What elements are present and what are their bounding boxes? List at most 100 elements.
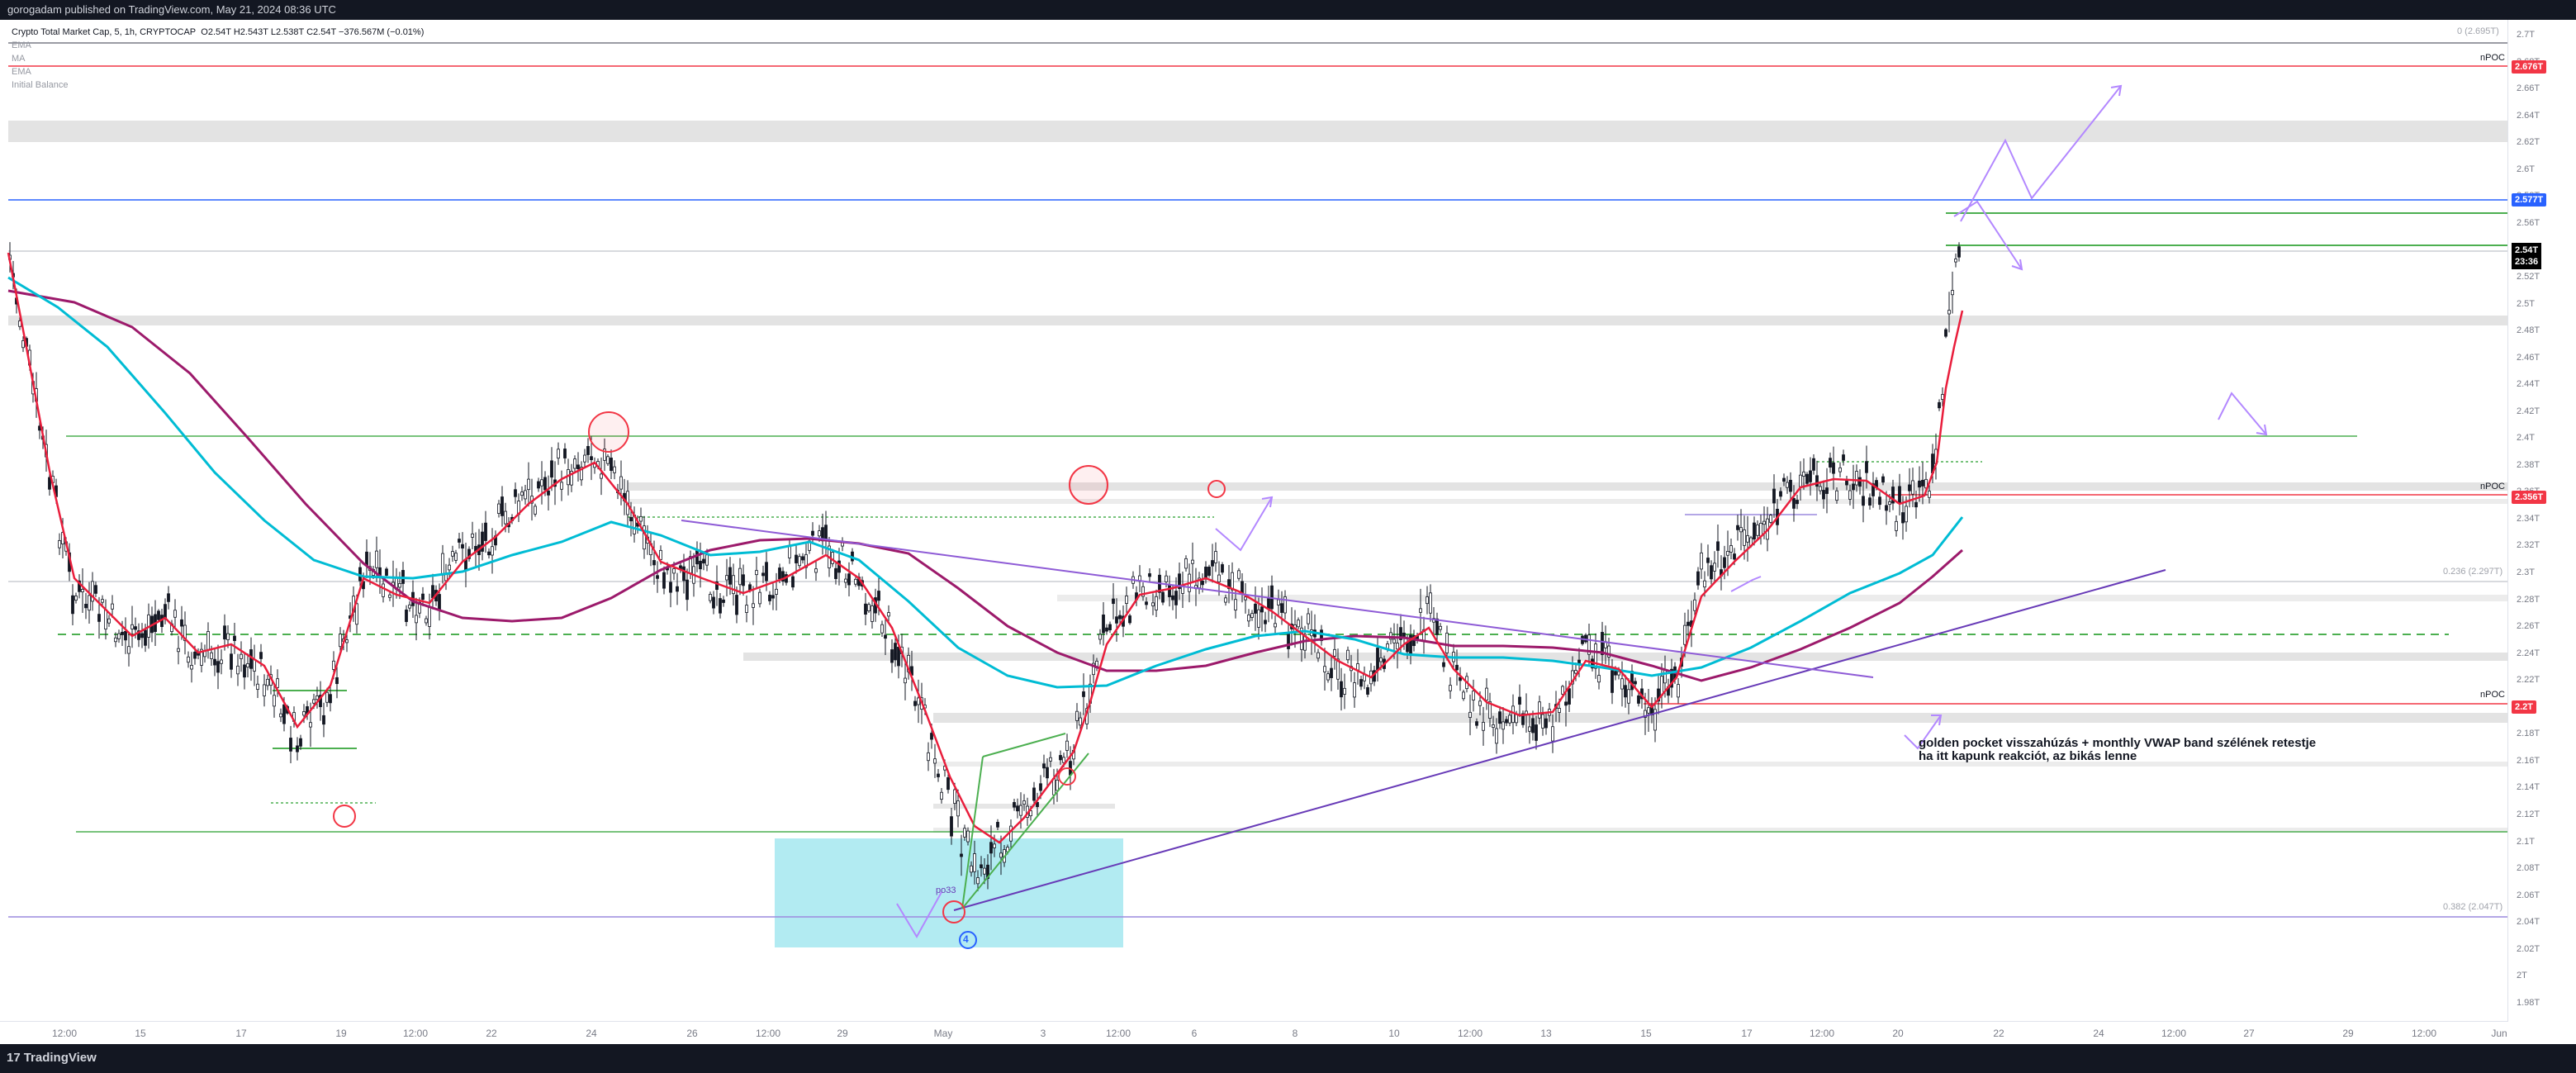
candle-body	[755, 570, 758, 576]
candle-body	[1713, 563, 1716, 572]
candle-body	[1686, 621, 1690, 626]
tv-logo-icon: 17	[7, 1051, 21, 1065]
candle-body	[652, 560, 656, 566]
candle-body	[1792, 498, 1796, 509]
horizontal-levels	[8, 42, 2509, 918]
price-tick: 2.3T	[2517, 567, 2536, 577]
candle-body	[540, 479, 543, 487]
price-tick: 2.12T	[2517, 809, 2540, 819]
candle-body	[1492, 724, 1495, 729]
tradingview-logo[interactable]: 17 TradingView	[7, 1051, 97, 1065]
indicator-ma[interactable]: MA	[12, 52, 424, 65]
price-tick: 2.06T	[2517, 890, 2540, 900]
candle-body	[213, 658, 216, 666]
candle-body	[1115, 616, 1118, 624]
candle-body	[1538, 701, 1541, 719]
candle-body	[1518, 696, 1521, 705]
candle-body	[1046, 767, 1049, 779]
candle-body	[421, 593, 425, 601]
candle-body	[705, 554, 709, 566]
candle-body	[656, 575, 659, 579]
candle-body	[980, 864, 983, 869]
price-chart[interactable]	[0, 0, 2576, 1073]
candle-body	[1168, 584, 1171, 597]
candle-body	[1455, 664, 1459, 671]
candle-body	[894, 643, 897, 661]
candle-body	[956, 800, 960, 817]
price-tick: 2.08T	[2517, 863, 2540, 874]
chart-legend: Crypto Total Market Cap, 5, 1h, CRYPTOCA…	[12, 26, 424, 92]
candle-body	[904, 677, 907, 684]
candle-body	[937, 773, 940, 777]
candle-body	[524, 490, 527, 500]
ema-fast-line	[7, 252, 1964, 844]
candle-body	[1392, 639, 1396, 643]
candle-body	[299, 738, 302, 747]
candle-body	[1435, 618, 1439, 635]
price-tick: 2.64T	[2517, 110, 2540, 121]
candle-body	[236, 665, 240, 675]
candle-body	[1852, 483, 1855, 491]
indicator-ema-1[interactable]: EMA	[12, 39, 424, 52]
candle-body	[639, 515, 643, 522]
price-tick: 2.56T	[2517, 217, 2540, 228]
candle-body	[1326, 673, 1330, 681]
candle-body	[884, 634, 887, 639]
candle-body	[1445, 633, 1449, 653]
candle-body	[1739, 527, 1743, 533]
candle-body	[1022, 800, 1026, 805]
candle-body	[871, 605, 874, 622]
candle-body	[249, 649, 253, 669]
candle-body	[1056, 779, 1059, 791]
candle-body	[289, 738, 292, 752]
candle-body	[266, 678, 269, 686]
indicator-initial-balance[interactable]: Initial Balance	[12, 78, 424, 92]
candle-body	[97, 614, 101, 622]
time-tick: 12:00	[755, 1028, 781, 1039]
candle-body	[240, 653, 243, 659]
candle-body	[1905, 506, 1908, 523]
candle-body	[282, 704, 286, 724]
candle-body	[1267, 598, 1270, 610]
candle-body	[1171, 595, 1174, 601]
candle-body	[1746, 534, 1749, 543]
price-axis[interactable]: 2.7T2.68T2.66T2.64T2.62T2.6T2.58T2.56T2.…	[2507, 20, 2576, 1044]
time-tick: 15	[1640, 1028, 1652, 1039]
candle-body	[1340, 681, 1343, 698]
candle-body	[1174, 591, 1178, 605]
candle-body	[405, 609, 408, 622]
candle-body	[854, 578, 857, 585]
candle-body	[1019, 805, 1022, 816]
time-axis[interactable]: 12:00 15 17 19 12:00 22 24 26 12:00 29 May 3 12:00 6 8…	[0, 1021, 2508, 1045]
candle-body	[960, 853, 963, 857]
candle-body	[573, 458, 576, 469]
price-tick: 2.48T	[2517, 325, 2540, 336]
candle-body	[1333, 648, 1336, 657]
candle-body	[1201, 581, 1204, 586]
price-tick: 2.18T	[2517, 729, 2540, 739]
candle-body	[930, 733, 933, 740]
candle-body	[365, 551, 368, 567]
candle-body	[1716, 541, 1720, 551]
time-tick: 12:00	[1457, 1028, 1483, 1039]
trendline-flag-up	[982, 733, 1066, 757]
indicator-ema-2[interactable]: EMA	[12, 65, 424, 78]
projection-arrow	[1960, 85, 2122, 222]
candle-body	[117, 633, 121, 639]
candle-body	[1475, 721, 1478, 726]
candle-body	[1558, 708, 1561, 713]
candle-body	[1769, 515, 1772, 523]
candle-body	[1148, 573, 1151, 577]
candle-body	[1419, 608, 1422, 613]
candle-body	[1564, 701, 1568, 706]
candle-body	[1944, 329, 1947, 337]
price-level-badge: 2.676T	[2512, 60, 2547, 74]
candle-body	[71, 595, 74, 615]
candle-body	[1802, 471, 1805, 477]
symbol-name[interactable]: Crypto Total Market Cap, 5, 1h, CRYPTOCA…	[12, 27, 196, 37]
candle-body	[814, 568, 818, 573]
candle-body	[1478, 700, 1482, 706]
time-tick: 8	[1292, 1028, 1298, 1039]
candle-body	[791, 576, 795, 588]
candle-body	[963, 828, 966, 838]
